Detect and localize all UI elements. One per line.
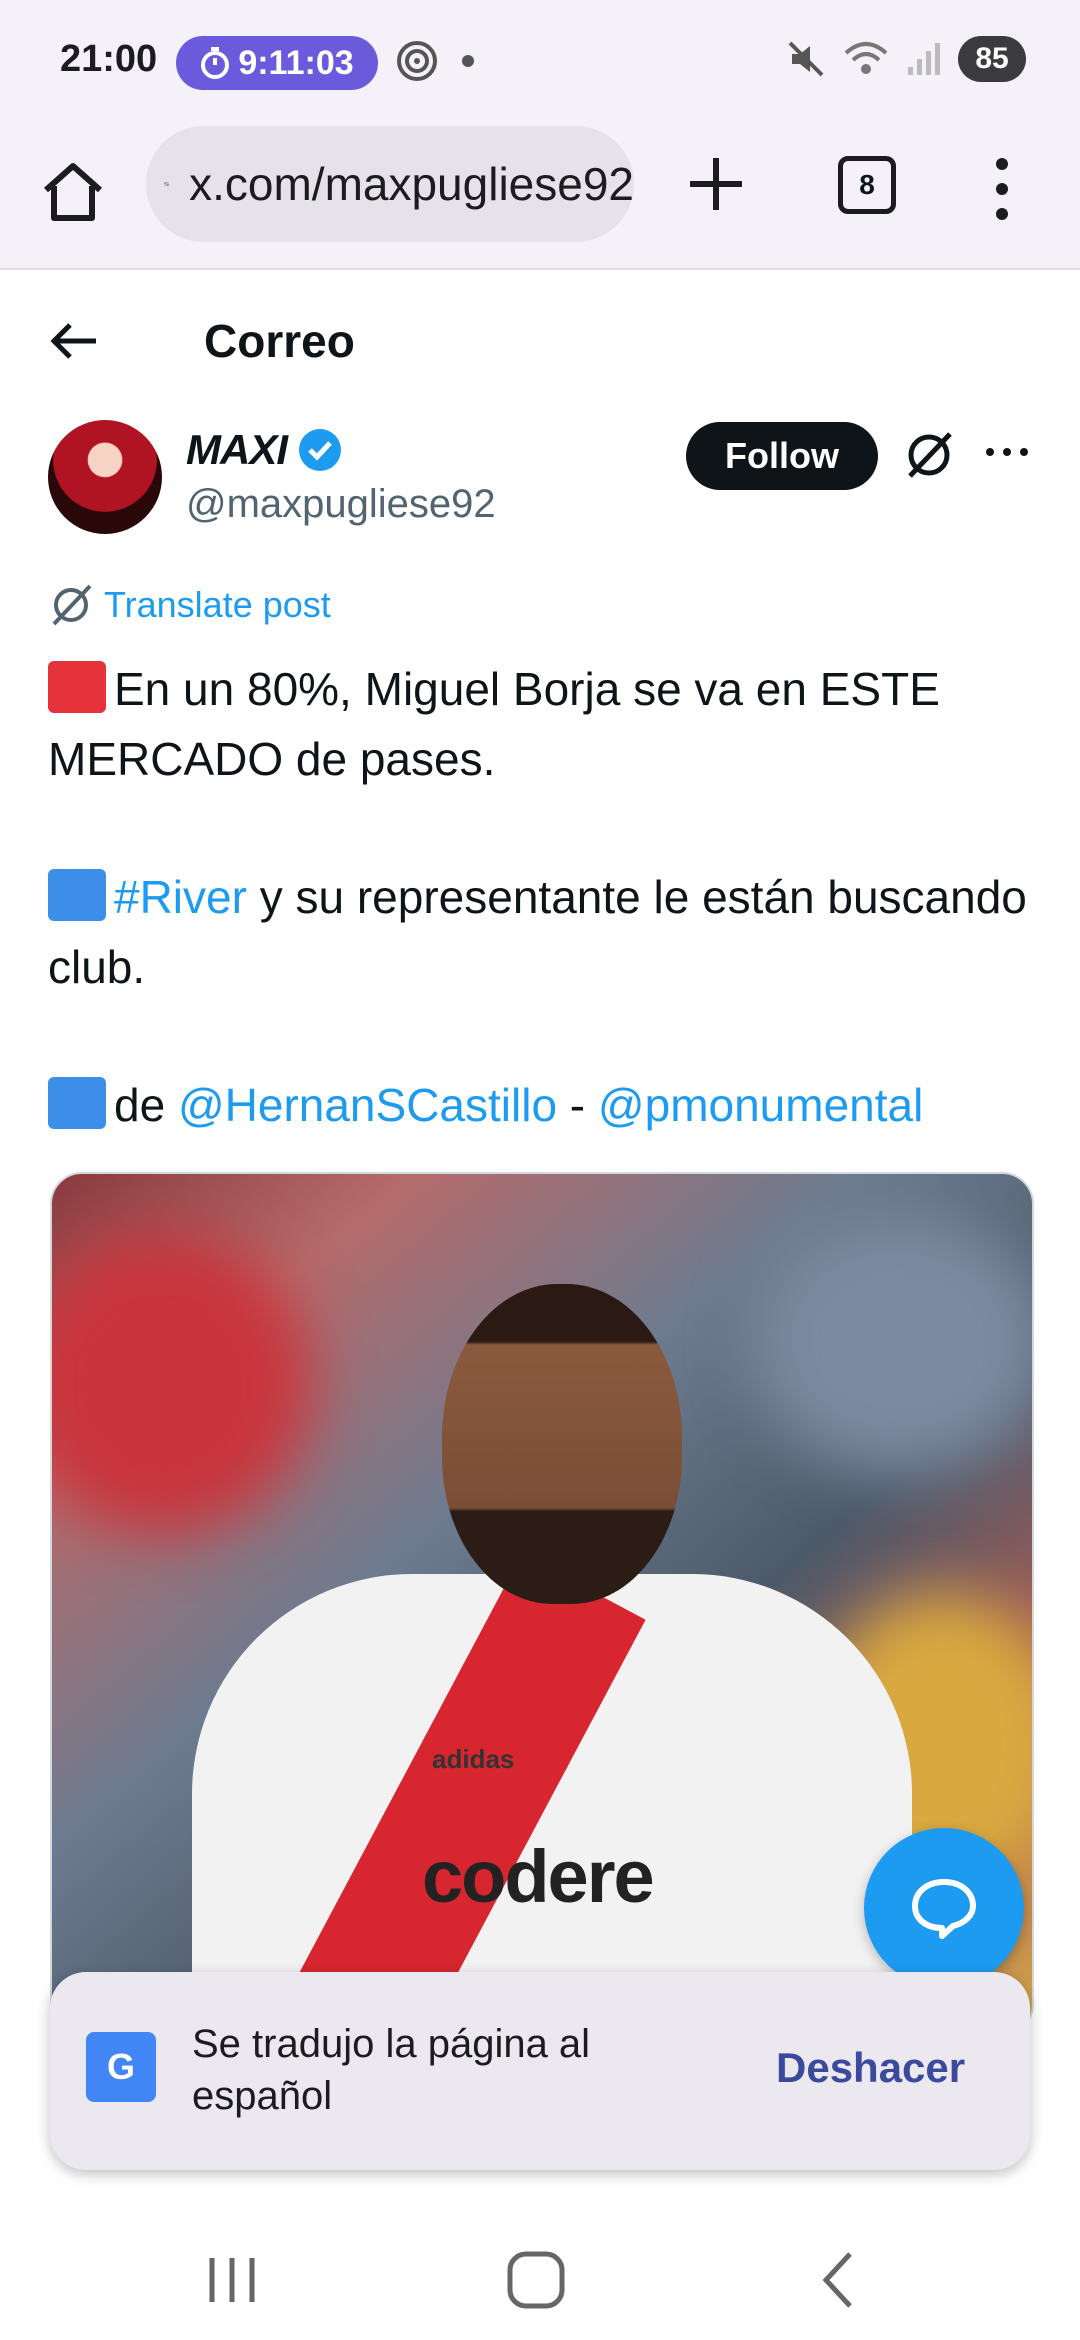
avatar[interactable] bbox=[48, 420, 162, 534]
hotspot-icon bbox=[397, 41, 437, 81]
post-text: En un 80%, Miguel Borja se va en ESTE ME… bbox=[48, 654, 1038, 1140]
signal-icon bbox=[908, 43, 940, 75]
overflow-menu-icon[interactable] bbox=[990, 154, 1014, 224]
browser-toolbar: x.com/maxpugliese92 8 bbox=[0, 126, 1080, 270]
translate-icon bbox=[52, 584, 92, 626]
right-arrow-icon bbox=[48, 869, 106, 921]
new-tab-icon[interactable] bbox=[684, 152, 748, 216]
recent-apps-icon[interactable] bbox=[192, 2240, 272, 2320]
battery-indicator: 85 bbox=[958, 36, 1026, 82]
grok-icon[interactable] bbox=[902, 428, 956, 482]
stopwatch-icon bbox=[201, 47, 230, 79]
jersey-sponsor: codere bbox=[422, 1835, 655, 1918]
more-options-icon[interactable] bbox=[984, 442, 1030, 462]
status-bar: 21:00 9:11:03 85 bbox=[0, 0, 1080, 126]
url-text[interactable]: x.com/maxpugliese92 bbox=[189, 157, 634, 211]
hashtag-link[interactable]: #River bbox=[114, 871, 247, 923]
compose-message-button[interactable] bbox=[864, 1828, 1024, 1988]
page-title: Correo bbox=[204, 315, 355, 367]
translate-post-label[interactable]: Translate post bbox=[104, 584, 331, 626]
google-translate-icon: G bbox=[86, 2032, 156, 2102]
translate-post-link[interactable]: Translate post bbox=[48, 582, 331, 628]
timer-pill[interactable]: 9:11:03 bbox=[176, 36, 378, 90]
timer-text: 9:11:03 bbox=[238, 43, 354, 82]
post-line-2: #River y su representante le están busca… bbox=[48, 869, 1027, 993]
author-handle[interactable]: @maxpugliese92 bbox=[186, 482, 496, 527]
dot-icon bbox=[462, 55, 474, 67]
author-name[interactable]: MAXI bbox=[186, 426, 288, 474]
info-icon bbox=[48, 1077, 106, 1129]
mention-link[interactable]: @HernanSCastillo bbox=[178, 1079, 557, 1131]
post-line-1: En un 80%, Miguel Borja se va en ESTE ME… bbox=[48, 661, 940, 785]
follow-button[interactable]: Follow bbox=[686, 422, 878, 490]
post-author-row: MAXI @maxpugliese92 Follow bbox=[0, 412, 1080, 562]
home-icon[interactable] bbox=[38, 156, 108, 226]
status-time: 21:00 bbox=[60, 38, 158, 80]
wifi-icon bbox=[844, 42, 888, 74]
back-arrow-icon[interactable] bbox=[50, 316, 100, 366]
mention-link[interactable]: @pmonumental bbox=[598, 1079, 923, 1131]
page-header: Correo bbox=[0, 270, 1080, 410]
back-nav-icon[interactable] bbox=[800, 2240, 880, 2320]
bg-blur bbox=[52, 1234, 312, 1534]
post-line-3: de @HernanSCastillo - @pmonumental bbox=[48, 1070, 1038, 1140]
toast-message: Se tradujo la página al español bbox=[192, 2022, 591, 2118]
chat-bubble-icon bbox=[912, 1879, 976, 1939]
system-nav-bar bbox=[0, 2220, 1080, 2340]
tab-switcher-button[interactable]: 8 bbox=[838, 156, 896, 214]
undo-button[interactable]: Deshacer bbox=[776, 2044, 965, 2092]
translation-toast: G Se tradujo la página al español Deshac… bbox=[50, 1972, 1030, 2170]
home-nav-icon[interactable] bbox=[496, 2240, 576, 2320]
verified-badge-icon bbox=[299, 429, 341, 471]
player-head bbox=[442, 1284, 682, 1604]
siren-icon bbox=[48, 661, 106, 713]
site-settings-icon[interactable] bbox=[164, 157, 169, 211]
url-bar[interactable]: x.com/maxpugliese92 bbox=[146, 126, 634, 242]
jersey-brand: adidas bbox=[432, 1744, 515, 1774]
bg-blur bbox=[752, 1214, 1032, 1474]
mute-icon bbox=[788, 41, 824, 77]
